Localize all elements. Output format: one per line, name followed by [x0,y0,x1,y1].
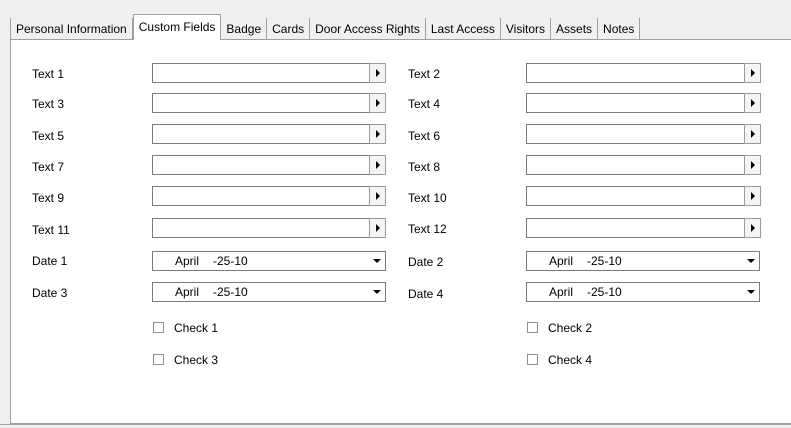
text-12-label: Text 12 [408,222,447,236]
panel-bottom-border [0,424,791,425]
text-4-expand-button[interactable] [744,93,761,113]
date-2-month: April [549,254,574,268]
date-3-label: Date 3 [32,286,68,300]
triangle-down-arrow-icon [373,290,381,294]
triangle-down-arrow-icon [373,259,381,263]
text-2-input[interactable] [526,63,745,83]
text-5-expand-button[interactable] [369,124,386,144]
text-7-expand-button[interactable] [369,155,386,175]
date-2-dropdown-button[interactable] [743,252,759,270]
tab-personal-information[interactable]: Personal Information [10,18,133,40]
tab-custom-fields[interactable]: Custom Fields [132,14,222,40]
text-10-label: Text 10 [408,191,447,205]
text-5-label: Text 5 [32,129,65,143]
triangle-right-arrow-icon [750,192,755,200]
text-6-input[interactable] [526,124,745,144]
check-3-checkbox[interactable] [153,354,164,365]
triangle-right-arrow-icon [750,224,755,232]
date-1-month: April [175,254,200,268]
date-1-dropdown-button[interactable] [369,252,385,270]
tab-door-access-rights[interactable]: Door Access Rights [310,18,426,40]
triangle-right-arrow-icon [750,99,755,107]
triangle-right-arrow-icon [750,161,755,169]
text-12-expand-button[interactable] [744,218,761,238]
check-1-checkbox[interactable] [153,322,164,333]
tab-assets[interactable]: Assets [551,18,599,40]
text-7-label: Text 7 [32,160,65,174]
triangle-right-arrow-icon [375,69,380,77]
text-2-label: Text 2 [408,67,441,81]
check-2-checkbox[interactable] [527,322,538,333]
text-9-expand-button[interactable] [369,186,386,206]
date-4-picker[interactable]: April -25-10 [526,282,760,302]
date-1-label: Date 1 [32,254,68,268]
text-1-input[interactable] [152,63,370,83]
text-9-input[interactable] [152,186,370,206]
text-5-input[interactable] [152,124,370,144]
text-3-label: Text 3 [32,97,65,111]
triangle-right-arrow-icon [750,130,755,138]
text-9-label: Text 9 [32,191,65,205]
text-6-label: Text 6 [408,129,441,143]
text-2-expand-button[interactable] [744,63,761,83]
date-2-label: Date 2 [408,255,444,269]
triangle-right-arrow-icon [375,130,380,138]
text-6-expand-button[interactable] [744,124,761,144]
date-2-picker[interactable]: April -25-10 [526,251,760,271]
date-3-dropdown-button[interactable] [369,283,385,301]
text-4-label: Text 4 [408,97,441,111]
text-11-expand-button[interactable] [369,218,386,238]
date-4-dropdown-button[interactable] [743,283,759,301]
triangle-right-arrow-icon [375,99,380,107]
date-4-month: April [549,285,574,299]
text-3-expand-button[interactable] [369,93,386,113]
check-4-label[interactable]: Check 4 [548,352,592,368]
date-3-day-year: -25-10 [213,285,248,299]
check-2-label[interactable]: Check 2 [548,320,592,336]
text-1-expand-button[interactable] [369,63,386,83]
triangle-right-arrow-icon [375,161,380,169]
text-11-input[interactable] [152,218,370,238]
text-4-input[interactable] [526,93,745,113]
date-3-month: April [175,285,200,299]
triangle-right-arrow-icon [750,69,755,77]
text-3-input[interactable] [152,93,370,113]
triangle-down-arrow-icon [747,290,755,294]
check-1-label[interactable]: Check 1 [174,320,218,336]
text-10-input[interactable] [526,186,745,206]
tab-strip: Personal Information Custom Fields Badge… [10,14,641,40]
tab-badge[interactable]: Badge [221,18,268,40]
triangle-down-arrow-icon [747,259,755,263]
tab-visitors[interactable]: Visitors [500,18,552,40]
text-10-expand-button[interactable] [744,186,761,206]
text-7-input[interactable] [152,155,370,175]
date-2-day-year: -25-10 [587,254,622,268]
text-11-label: Text 11 [32,223,70,237]
tab-cards[interactable]: Cards [267,18,311,40]
check-4-checkbox[interactable] [527,354,538,365]
triangle-right-arrow-icon [375,224,380,232]
text-8-label: Text 8 [408,160,441,174]
tab-last-access[interactable]: Last Access [425,18,501,40]
text-12-input[interactable] [526,218,745,238]
check-3-label[interactable]: Check 3 [174,352,218,368]
text-1-label: Text 1 [32,67,65,81]
date-1-day-year: -25-10 [213,254,248,268]
text-8-input[interactable] [526,155,745,175]
date-4-label: Date 4 [408,287,444,301]
date-3-picker[interactable]: April -25-10 [152,282,386,302]
text-8-expand-button[interactable] [744,155,761,175]
triangle-right-arrow-icon [375,192,380,200]
tab-notes[interactable]: Notes [598,18,641,40]
date-1-picker[interactable]: April -25-10 [152,251,386,271]
date-4-day-year: -25-10 [587,285,622,299]
